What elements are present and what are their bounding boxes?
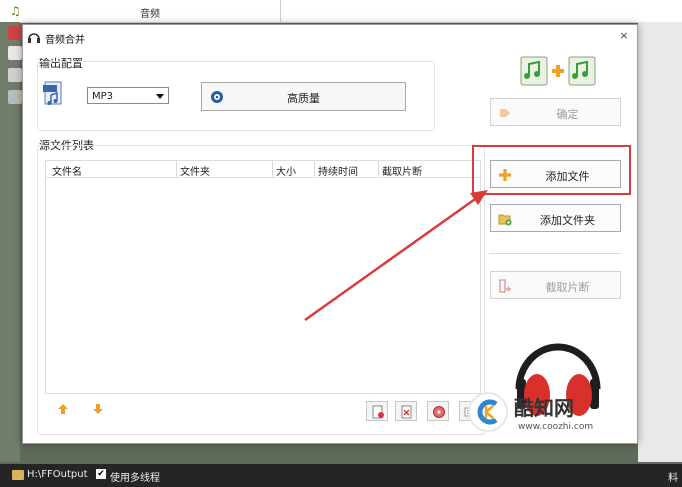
- app-icon-1[interactable]: [8, 26, 22, 40]
- column-divider[interactable]: [272, 161, 273, 177]
- add-file-button[interactable]: 添加文件: [490, 160, 621, 188]
- output-path[interactable]: H:\FFOutput: [27, 469, 88, 480]
- add-folder-button[interactable]: 添加文件夹: [490, 204, 621, 232]
- format-select[interactable]: MP3: [87, 87, 169, 104]
- folder-icon[interactable]: [12, 470, 24, 480]
- coozhi-logo-icon: [468, 392, 508, 432]
- column-divider[interactable]: [378, 161, 379, 177]
- source-file-table[interactable]: 文件名 文件夹 大小 持续时间 截取片断: [45, 160, 481, 394]
- confirm-label: 确定: [556, 108, 579, 121]
- add-file-small-icon: [372, 405, 384, 419]
- audio-merge-dialog: 音频合并 × 输出配置 MP3 高质量 源文件列表 文件名 文件夹 大小 持续时…: [22, 24, 638, 444]
- remove-item-tool-button[interactable]: [395, 401, 417, 421]
- app-icon-3[interactable]: [8, 68, 22, 82]
- column-header-clip[interactable]: 截取片断: [382, 163, 422, 178]
- app-icon-4[interactable]: [8, 90, 22, 104]
- format-value: MP3: [92, 91, 114, 102]
- play-tool-button[interactable]: [427, 401, 449, 421]
- add-item-tool-button[interactable]: [366, 401, 388, 421]
- table-header: 文件名 文件夹 大小 持续时间 截取片断: [46, 161, 480, 178]
- background-right-panel: [638, 22, 682, 462]
- quality-button[interactable]: 高质量: [201, 82, 406, 111]
- clip-label: 截取片断: [545, 281, 590, 294]
- play-disc-icon: [433, 406, 445, 418]
- column-divider[interactable]: [176, 161, 177, 177]
- column-header-size[interactable]: 大小: [276, 163, 296, 178]
- clip-button[interactable]: 截取片断: [490, 271, 621, 299]
- close-button[interactable]: ×: [617, 29, 631, 43]
- merge-audio-logo-icon: [520, 56, 596, 86]
- remove-file-icon: [401, 405, 412, 419]
- watermark-url: www.coozhi.com: [518, 422, 594, 432]
- add-folder-label: 添加文件夹: [540, 214, 595, 227]
- column-header-filename[interactable]: 文件名: [52, 163, 82, 178]
- dialog-title: 音频合并: [45, 35, 85, 46]
- chevron-down-icon: [156, 94, 164, 99]
- status-bar: H:\FFOutput ✔ 使用多线程 料: [0, 464, 682, 487]
- quality-label: 高质量: [287, 92, 320, 105]
- coozhi-watermark: 酷知网 www.coozhi.com: [468, 386, 638, 440]
- watermark-brand: 酷知网: [514, 396, 574, 420]
- confirm-button[interactable]: 确定: [490, 98, 621, 126]
- mp3-file-icon: [43, 81, 62, 105]
- app-icon-2[interactable]: [8, 46, 22, 60]
- title-bar[interactable]: 音频合并 ×: [23, 25, 637, 49]
- move-down-icon[interactable]: [92, 403, 104, 415]
- add-file-label: 添加文件: [545, 170, 590, 183]
- status-right-text: 料: [668, 473, 678, 484]
- column-header-folder[interactable]: 文件夹: [180, 163, 210, 178]
- background-header: ♫ 音频: [0, 0, 682, 23]
- headphone-app-icon: [28, 33, 40, 43]
- column-divider[interactable]: [314, 161, 315, 177]
- music-note-icon: ♫: [10, 4, 21, 18]
- background-sidebar: [0, 22, 22, 462]
- background-title: 音频: [140, 9, 160, 20]
- divider: [280, 0, 281, 22]
- move-up-icon[interactable]: [57, 403, 69, 415]
- column-header-duration[interactable]: 持续时间: [318, 163, 358, 178]
- multithread-checkbox[interactable]: ✔: [96, 469, 106, 479]
- multithread-label: 使用多线程: [110, 473, 160, 484]
- divider: [489, 253, 621, 254]
